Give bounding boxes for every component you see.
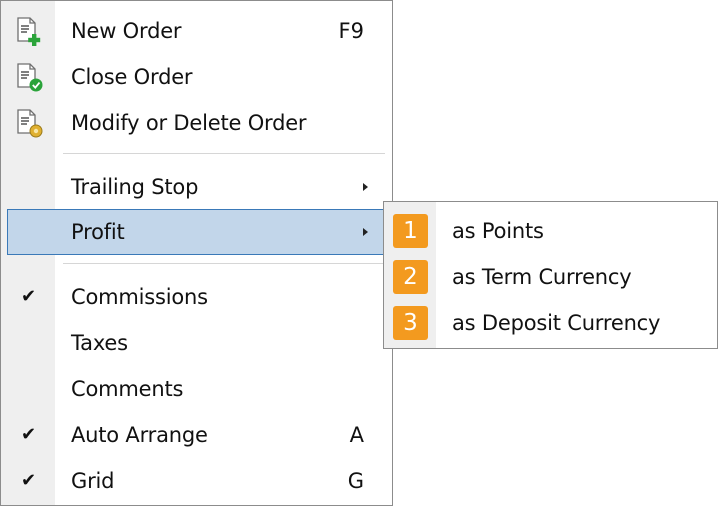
submenu-item-label: as Deposit Currency xyxy=(452,311,661,335)
submenu-item-as-deposit-currency[interactable]: 3 as Deposit Currency xyxy=(384,300,717,346)
menu-item-label: Taxes xyxy=(71,331,128,355)
menu-item-label: Profit xyxy=(71,220,125,244)
menu-item-label: Close Order xyxy=(71,65,193,89)
context-menu: New Order F9 Close Order Modify or Delet… xyxy=(0,0,393,506)
menu-separator xyxy=(63,153,385,154)
submenu-arrow-icon xyxy=(363,228,368,236)
new-order-icon xyxy=(14,16,44,46)
checkmark-icon: ✔ xyxy=(21,424,37,445)
menu-item-new-order[interactable]: New Order F9 xyxy=(1,8,392,54)
modify-order-icon xyxy=(14,108,44,138)
menu-item-taxes[interactable]: Taxes xyxy=(1,320,392,366)
menu-item-auto-arrange[interactable]: ✔ Auto Arrange A xyxy=(1,412,392,458)
menu-separator xyxy=(63,263,385,264)
menu-item-label: Commissions xyxy=(71,285,208,309)
submenu-item-label: as Term Currency xyxy=(452,265,632,289)
menu-item-grid[interactable]: ✔ Grid G xyxy=(1,458,392,504)
menu-item-modify-delete-order[interactable]: Modify or Delete Order xyxy=(1,100,392,146)
menu-item-label: Comments xyxy=(71,377,184,401)
checkmark-icon: ✔ xyxy=(21,286,37,307)
close-order-icon xyxy=(14,62,44,92)
shortcut-key: G xyxy=(347,469,364,493)
submenu-item-as-points[interactable]: 1 as Points xyxy=(384,208,717,254)
menu-item-close-order[interactable]: Close Order xyxy=(1,54,392,100)
menu-item-label: Trailing Stop xyxy=(71,175,199,199)
number-badge: 1 xyxy=(393,214,428,248)
checkmark-icon: ✔ xyxy=(21,470,37,491)
menu-item-label: Auto Arrange xyxy=(71,423,208,447)
submenu-item-as-term-currency[interactable]: 2 as Term Currency xyxy=(384,254,717,300)
menu-item-trailing-stop[interactable]: Trailing Stop xyxy=(1,164,392,210)
menu-item-label: New Order xyxy=(71,19,182,43)
menu-item-profit[interactable]: Profit xyxy=(7,209,384,255)
number-badge: 3 xyxy=(393,306,428,340)
menu-item-comments[interactable]: Comments xyxy=(1,366,392,412)
number-badge: 2 xyxy=(393,260,428,294)
shortcut-key: A xyxy=(349,423,364,447)
submenu-arrow-icon xyxy=(363,183,368,191)
profit-submenu: 1 as Points 2 as Term Currency 3 as Depo… xyxy=(383,201,718,349)
menu-item-label: Grid xyxy=(71,469,115,493)
shortcut-key: F9 xyxy=(338,19,364,43)
menu-item-commissions[interactable]: ✔ Commissions xyxy=(1,274,392,320)
menu-item-label: Modify or Delete Order xyxy=(71,111,307,135)
submenu-item-label: as Points xyxy=(452,219,544,243)
